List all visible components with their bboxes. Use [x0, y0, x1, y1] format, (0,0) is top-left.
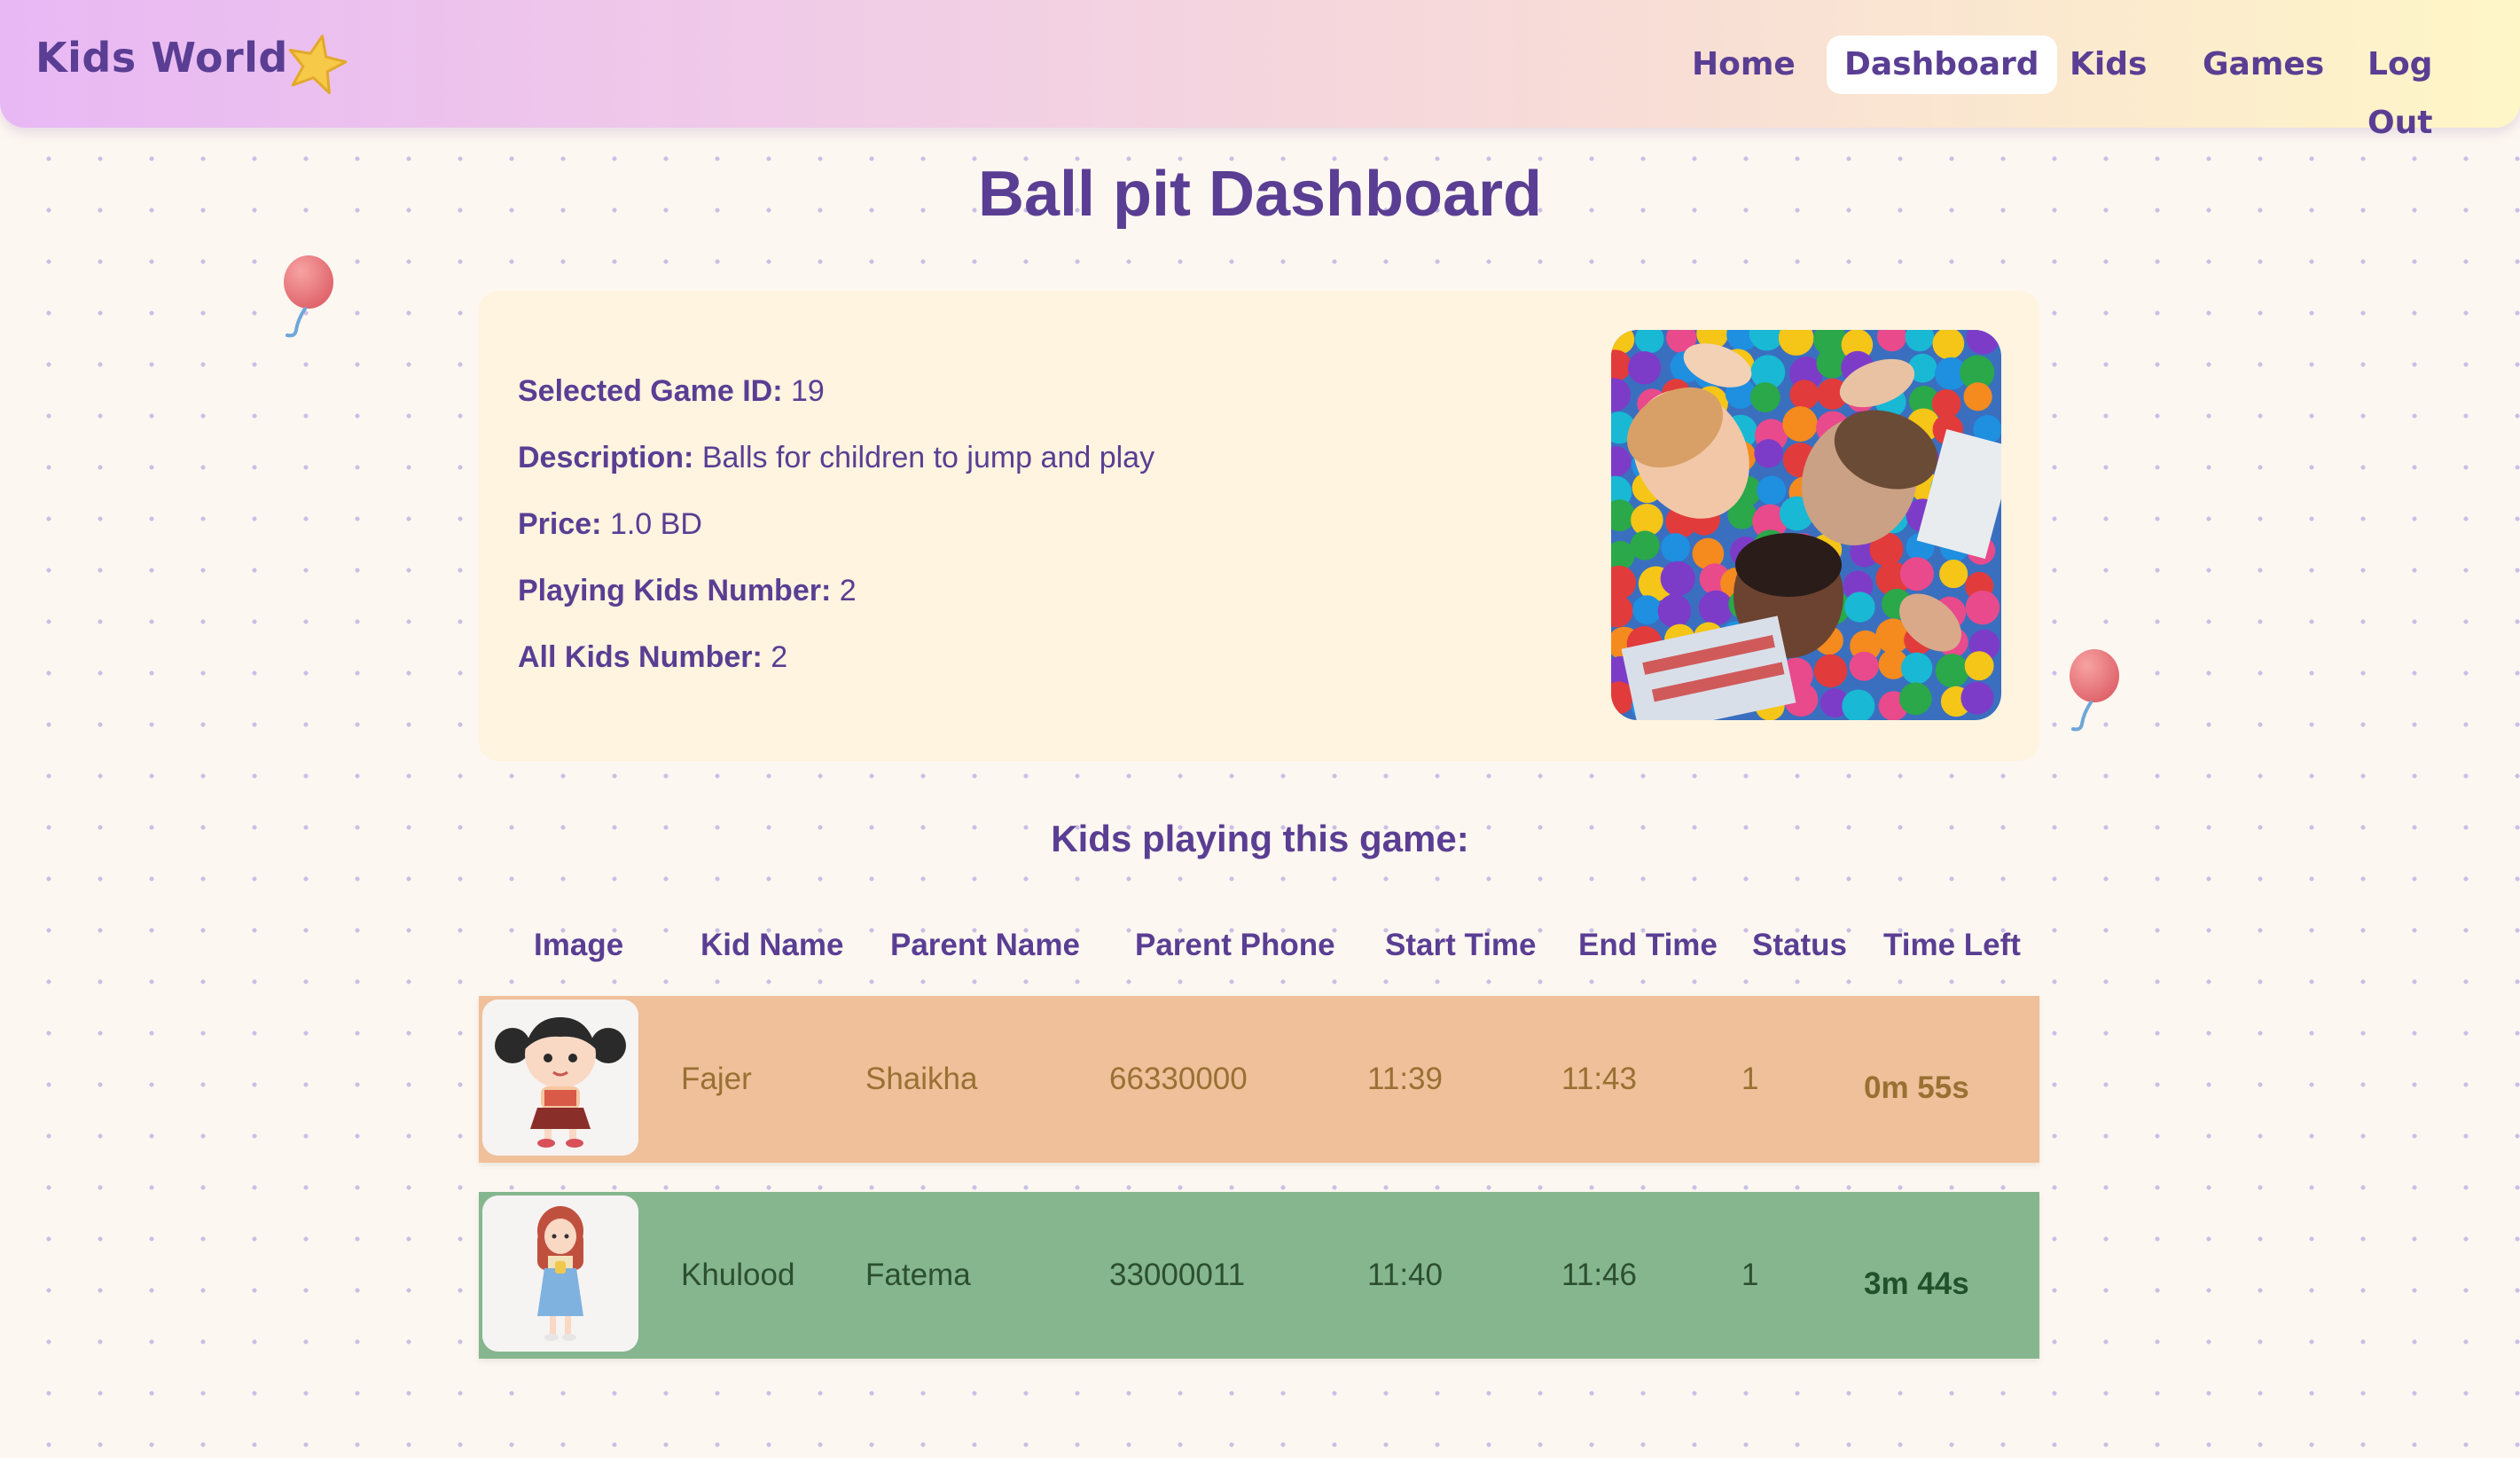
game-description-line: Description: Balls for children to jump …	[518, 441, 1154, 475]
column-header-image: Image	[534, 928, 624, 962]
parent-name-cell: Fatema	[865, 1258, 971, 1292]
parent-name-cell: Shaikha	[865, 1062, 978, 1096]
nav-link-kids[interactable]: Kids	[2052, 35, 2164, 94]
column-header-time-left: Time Left	[1883, 928, 2021, 962]
table-row[interactable]: Khulood Fatema 33000011 11:40 11:46 1 3m…	[479, 1192, 2039, 1359]
game-description-label: Description:	[518, 441, 694, 474]
game-price-value: 1.0 BD	[609, 507, 702, 541]
column-header-end-time: End Time	[1578, 928, 1718, 962]
column-header-status: Status	[1752, 928, 1847, 962]
nav-link-home[interactable]: Home	[1674, 35, 1813, 94]
game-description-value: Balls for children to jump and play	[701, 441, 1155, 474]
game-price-line: Price: 1.0 BD	[518, 507, 702, 542]
status-cell: 1	[1741, 1258, 1759, 1292]
column-header-parent-name: Parent Name	[890, 928, 1080, 962]
start-time-cell: 11:40	[1367, 1258, 1443, 1292]
page-title: Ball pit Dashboard	[977, 159, 1543, 230]
end-time-cell: 11:46	[1561, 1258, 1637, 1292]
all-kids-value: 2	[771, 640, 788, 674]
game-id-line: Selected Game ID: 19	[518, 374, 825, 409]
game-id-value: 19	[791, 374, 825, 408]
parent-phone-cell: 66330000	[1109, 1062, 1248, 1096]
kid-name-cell: Fajer	[681, 1062, 752, 1096]
game-price-label: Price:	[518, 507, 602, 541]
kid-avatar-image	[482, 1195, 638, 1352]
kids-playing-heading: Kids playing this game:	[1051, 818, 1469, 859]
kid-name-cell: Khulood	[681, 1258, 795, 1292]
playing-kids-line: Playing Kids Number: 2	[518, 574, 857, 608]
table-row[interactable]: Fajer Shaikha 66330000 11:39 11:43 1 0m …	[479, 996, 2039, 1163]
nav-link-dashboard[interactable]: Dashboard	[1827, 35, 2057, 94]
game-info-card: Selected Game ID: 19 Description: Balls …	[479, 291, 2039, 761]
parent-phone-cell: 33000011	[1109, 1258, 1246, 1292]
time-left-cell: 3m 44s	[1864, 1266, 1969, 1301]
end-time-cell: 11:43	[1561, 1062, 1637, 1096]
start-time-cell: 11:39	[1367, 1062, 1443, 1096]
time-left-cell: 0m 55s	[1864, 1070, 1969, 1105]
playing-kids-value: 2	[839, 574, 857, 608]
all-kids-line: All Kids Number: 2	[518, 640, 787, 675]
ball-pit-photo	[1611, 330, 2001, 720]
playing-kids-label: Playing Kids Number:	[518, 574, 832, 608]
game-id-label: Selected Game ID:	[518, 374, 783, 408]
star-icon	[288, 35, 348, 94]
all-kids-label: All Kids Number:	[518, 640, 763, 674]
column-header-kid-name: Kid Name	[700, 928, 844, 962]
column-header-start-time: Start Time	[1385, 928, 1537, 962]
nav-link-logout[interactable]: Log Out	[2350, 35, 2520, 141]
balloon-icon	[284, 255, 333, 338]
balloon-icon	[2070, 649, 2119, 732]
top-navbar: Kids World Home Dashboard Kids Games Log…	[0, 0, 2520, 141]
brand-logo-text[interactable]: Kids World	[35, 34, 288, 82]
column-header-parent-phone: Parent Phone	[1135, 928, 1335, 962]
kid-avatar-image	[482, 999, 638, 1156]
status-cell: 1	[1741, 1062, 1759, 1096]
nav-link-games[interactable]: Games	[2185, 35, 2342, 94]
